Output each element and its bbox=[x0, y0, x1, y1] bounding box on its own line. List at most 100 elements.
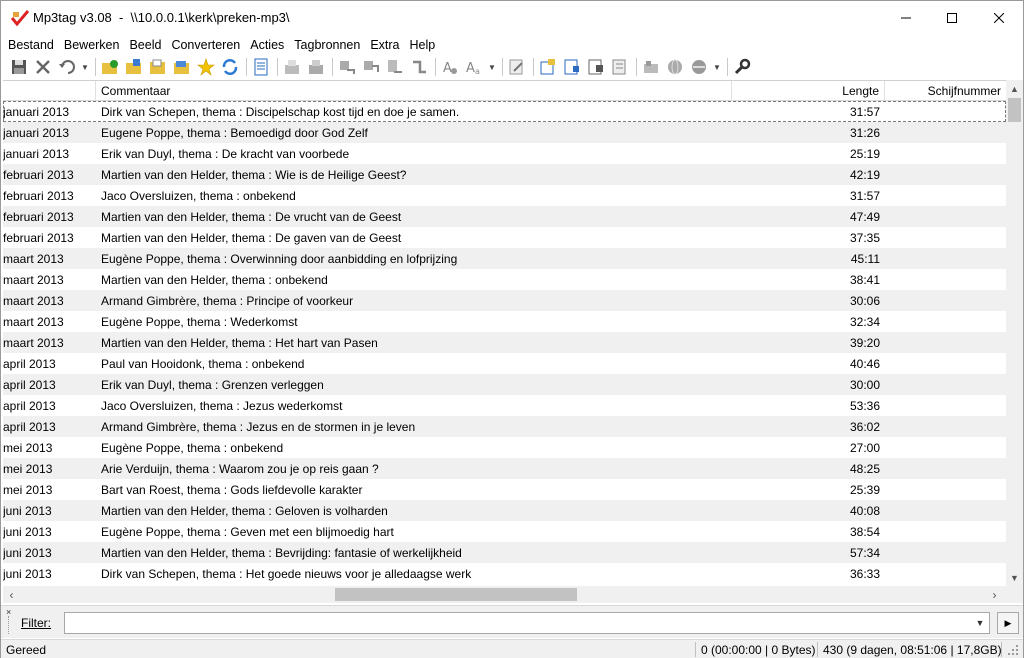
column-header-length[interactable]: Lengte bbox=[732, 81, 885, 101]
table-row[interactable]: juni 2013 Eugène Poppe, thema : Geven met… bbox=[3, 521, 1006, 542]
menu-bestand[interactable]: Bestand bbox=[3, 35, 59, 55]
cell-disk-number bbox=[885, 332, 1006, 353]
open-folder-icon bbox=[150, 59, 165, 74]
horizontal-scrollbar[interactable]: ‹ › bbox=[3, 586, 1023, 603]
paste-tag-button[interactable] bbox=[305, 56, 327, 78]
case-conversion-dropdown[interactable]: ▼ bbox=[487, 56, 497, 78]
open-folder-button[interactable] bbox=[147, 56, 169, 78]
menu-acties[interactable]: Acties bbox=[245, 35, 289, 55]
filename-to-tag-button[interactable] bbox=[360, 56, 382, 78]
filter-grip[interactable] bbox=[8, 616, 10, 634]
change-directory-button[interactable] bbox=[99, 56, 121, 78]
table-row[interactable]: mei 2013 Eugène Poppe, thema : onbekend 27… bbox=[3, 437, 1006, 458]
cell-date-text: juni 2013 bbox=[3, 567, 52, 581]
favorite-folder-button[interactable] bbox=[171, 56, 193, 78]
text-to-tag-button[interactable] bbox=[384, 56, 406, 78]
menu-bewerken[interactable]: Bewerken bbox=[59, 35, 125, 55]
cell-date: januari 2013 bbox=[3, 143, 96, 164]
close-button[interactable] bbox=[976, 1, 1022, 35]
undo-button[interactable] bbox=[56, 56, 78, 78]
table-row[interactable]: april 2013 Erik van Duyl, thema : Grenzen… bbox=[3, 374, 1006, 395]
table-row[interactable]: februari 2013 Martien van den Helder, the… bbox=[3, 206, 1006, 227]
column-header-comment[interactable]: Commentaar bbox=[96, 81, 732, 101]
vertical-scroll-thumb[interactable] bbox=[1008, 98, 1021, 122]
tag-to-tag-button[interactable] bbox=[408, 56, 430, 78]
file-list-header: Commentaar Lengte Schijfnummer bbox=[3, 81, 1006, 101]
web-source-icon bbox=[612, 59, 626, 75]
toolbar-separator bbox=[727, 58, 728, 76]
cell-comment: Eugene Poppe, thema : Bemoedigd door God… bbox=[101, 126, 368, 140]
menu-converteren[interactable]: Converteren bbox=[166, 35, 245, 55]
table-row[interactable]: maart 2013 Martien van den Helder, thema … bbox=[3, 269, 1006, 290]
menu-help[interactable]: Help bbox=[405, 35, 441, 55]
favorite-star-button[interactable] bbox=[195, 56, 217, 78]
table-row[interactable]: juni 2013 Martien van den Helder, thema :… bbox=[3, 542, 1006, 563]
column-header-disk-number[interactable]: Schijfnummer bbox=[885, 81, 1006, 101]
table-row[interactable]: april 2013 Paul van Hooidonk, thema : onb… bbox=[3, 353, 1006, 374]
column-header-date[interactable] bbox=[3, 81, 96, 101]
menu-beeld[interactable]: Beeld bbox=[124, 35, 166, 55]
table-row[interactable]: februari 2013 Martien van den Helder, the… bbox=[3, 164, 1006, 185]
disc-icon bbox=[692, 60, 706, 74]
table-row[interactable]: april 2013 Jaco Oversluizen, thema : Jezu… bbox=[3, 395, 1006, 416]
tag-source-button[interactable] bbox=[585, 56, 607, 78]
table-row[interactable]: juni 2013 Martien van den Helder, thema :… bbox=[3, 500, 1006, 521]
scroll-down-button[interactable]: ▼ bbox=[1006, 569, 1023, 586]
copy-tag-button[interactable] bbox=[281, 56, 303, 78]
musicbrainz-button[interactable] bbox=[688, 56, 710, 78]
refresh-button[interactable] bbox=[219, 56, 241, 78]
status-text: Gereed bbox=[6, 643, 47, 657]
scroll-up-button[interactable]: ▲ bbox=[1006, 80, 1023, 97]
undo-dropdown[interactable]: ▼ bbox=[80, 56, 90, 78]
extended-tags-button[interactable] bbox=[506, 56, 528, 78]
scroll-left-button[interactable]: ‹ bbox=[3, 586, 20, 603]
extended-tags-icon bbox=[509, 59, 523, 75]
title-bar[interactable]: Mp3tag v3.08 - \\10.0.0.1\kerk\preken-mp… bbox=[1, 1, 1023, 35]
table-row[interactable]: maart 2013 Eugène Poppe, thema : Overwinn… bbox=[3, 248, 1006, 269]
cell-date-text: februari 2013 bbox=[3, 168, 74, 182]
maximize-button[interactable] bbox=[929, 1, 975, 35]
vertical-scrollbar[interactable]: ▲ ▼ bbox=[1006, 80, 1023, 586]
case-conversion-button[interactable]: Aa bbox=[463, 56, 485, 78]
resize-grip-icon[interactable] bbox=[1007, 644, 1019, 656]
table-row[interactable]: februari 2013 Martien van den Helder, the… bbox=[3, 227, 1006, 248]
cell-length: 40:08 bbox=[849, 504, 880, 518]
menu-extra[interactable]: Extra bbox=[365, 35, 404, 55]
mp3tag-logo-icon bbox=[11, 10, 29, 26]
settings-button[interactable] bbox=[731, 56, 753, 78]
tag-sources-dropdown[interactable]: ▼ bbox=[712, 56, 722, 78]
file-list[interactable]: Commentaar Lengte Schijfnummer januari 2… bbox=[3, 80, 1006, 586]
freedb-button[interactable] bbox=[640, 56, 662, 78]
table-row[interactable]: mei 2013 Arie Verduijn, thema : Waarom zo… bbox=[3, 458, 1006, 479]
filter-dropdown-button[interactable]: ▼ bbox=[971, 614, 989, 632]
web-source-button[interactable] bbox=[609, 56, 631, 78]
remove-tag-button[interactable] bbox=[32, 56, 54, 78]
save-button[interactable] bbox=[8, 56, 30, 78]
discogs-button[interactable] bbox=[664, 56, 686, 78]
horizontal-scroll-thumb[interactable] bbox=[335, 588, 577, 601]
filter-apply-button[interactable]: ▶ bbox=[997, 612, 1019, 634]
add-directory-button[interactable] bbox=[123, 56, 145, 78]
table-row[interactable]: maart 2013 Armand Gimbrère, thema : Princ… bbox=[3, 290, 1006, 311]
table-row[interactable]: januari 2013 Erik van Duyl, thema : De kr… bbox=[3, 143, 1006, 164]
table-row[interactable]: januari 2013 Eugene Poppe, thema : Bemoed… bbox=[3, 122, 1006, 143]
table-row[interactable]: april 2013 Armand Gimbrère, thema : Jezus… bbox=[3, 416, 1006, 437]
table-row[interactable]: juni 2013 Dirk van Schepen, thema : Het g… bbox=[3, 563, 1006, 584]
export-button[interactable] bbox=[537, 56, 559, 78]
filter-input[interactable] bbox=[64, 612, 990, 634]
table-row[interactable]: maart 2013 Eugène Poppe, thema : Wederkom… bbox=[3, 311, 1006, 332]
table-row[interactable]: februari 2013 Jaco Oversluizen, thema : o… bbox=[3, 185, 1006, 206]
cell-date: juni 2013 bbox=[3, 563, 96, 584]
cell-length: 38:54 bbox=[849, 525, 880, 539]
autonumber-button[interactable]: A bbox=[439, 56, 461, 78]
playlist-button[interactable] bbox=[250, 56, 272, 78]
scroll-right-button[interactable]: › bbox=[986, 586, 1003, 603]
table-row[interactable]: januari 2013 Dirk van Schepen, thema : Di… bbox=[3, 101, 1006, 122]
menu-tagbronnen[interactable]: Tagbronnen bbox=[289, 35, 365, 55]
minimize-button[interactable] bbox=[883, 1, 929, 35]
tag-to-filename-button[interactable] bbox=[336, 56, 358, 78]
table-row[interactable]: mei 2013 Bart van Roest, thema : Gods lie… bbox=[3, 479, 1006, 500]
import-button[interactable] bbox=[561, 56, 583, 78]
table-row[interactable]: maart 2013 Martien van den Helder, thema … bbox=[3, 332, 1006, 353]
chevron-right-icon: › bbox=[992, 587, 997, 602]
